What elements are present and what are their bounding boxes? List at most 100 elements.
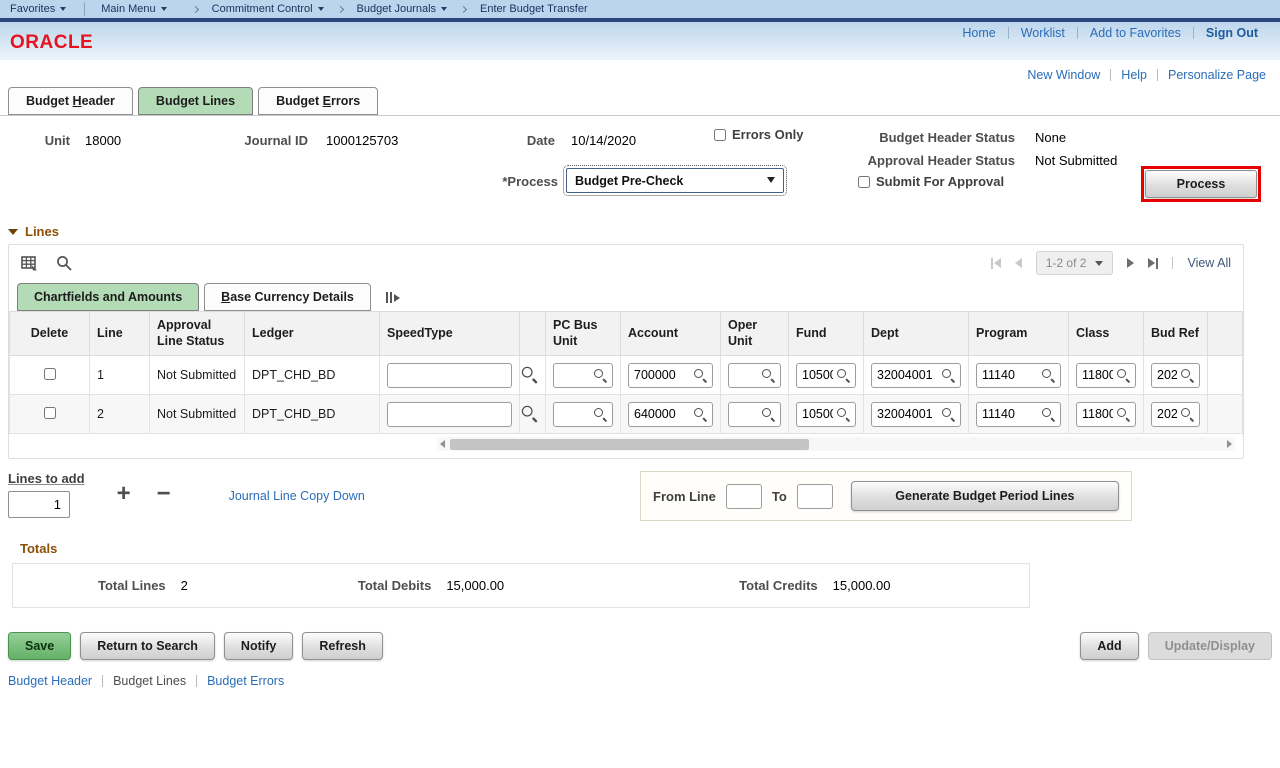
refresh-button[interactable]: Refresh [302, 632, 383, 660]
add-button[interactable]: Add [1080, 632, 1138, 660]
tab-budget-errors[interactable]: Budget Errors [258, 87, 378, 115]
journal-header-fields: Unit 18000 Journal ID 1000125703 Date 10… [0, 116, 1280, 224]
lookup-icon[interactable] [1116, 368, 1130, 382]
lookup-icon[interactable] [836, 407, 850, 421]
process-select-wrap: Budget Pre-Check [566, 168, 784, 193]
first-page-button[interactable] [991, 258, 1001, 269]
from-line-input[interactable] [726, 484, 762, 509]
lookup-icon[interactable] [761, 368, 775, 382]
journal-line-copy-down-link[interactable]: Journal Line Copy Down [229, 489, 365, 503]
lookup-icon[interactable] [1180, 368, 1194, 382]
program-input[interactable] [982, 407, 1038, 421]
footer-budget-errors-link[interactable]: Budget Errors [207, 674, 284, 688]
scrollbar-thumb[interactable] [450, 439, 809, 450]
speedtype-input[interactable] [387, 402, 512, 427]
program-input[interactable] [982, 368, 1038, 382]
lookup-icon[interactable] [1041, 407, 1055, 421]
app-header: ORACLE Home Worklist Add to Favorites Si… [0, 22, 1280, 60]
footer-budget-header-link[interactable]: Budget Header [8, 674, 92, 688]
lookup-icon[interactable] [1180, 407, 1194, 421]
bud-ref-input[interactable] [1157, 407, 1177, 421]
main-menu[interactable]: Main Menu [101, 3, 166, 15]
process-select[interactable]: Budget Pre-Check [566, 168, 784, 193]
bud-ref-input[interactable] [1157, 368, 1177, 382]
lines-to-add-input[interactable] [8, 491, 70, 518]
worklist-link[interactable]: Worklist [1021, 26, 1065, 40]
show-all-columns-icon[interactable] [386, 292, 400, 303]
errors-only-checkbox[interactable] [714, 129, 726, 141]
class-input[interactable] [1082, 368, 1113, 382]
remove-line-button[interactable]: − [157, 487, 171, 501]
horizontal-scrollbar[interactable] [437, 437, 1235, 451]
lookup-icon[interactable] [1116, 407, 1130, 421]
view-all-link[interactable]: View All [1187, 256, 1231, 270]
process-button[interactable]: Process [1145, 170, 1257, 198]
pc-bus-unit-input[interactable] [559, 368, 590, 382]
favorites-menu[interactable]: Favorites [10, 3, 66, 15]
submit-for-approval-checkbox[interactable] [858, 176, 870, 188]
home-link[interactable]: Home [962, 26, 995, 40]
tab-budget-lines[interactable]: Budget Lines [138, 87, 253, 115]
to-line-input[interactable] [797, 484, 833, 509]
account-input[interactable] [634, 407, 690, 421]
add-to-favorites-link[interactable]: Add to Favorites [1090, 26, 1181, 40]
delete-row-checkbox[interactable] [44, 407, 56, 419]
notify-button[interactable]: Notify [224, 632, 293, 660]
col-delete: Delete [10, 312, 90, 356]
breadcrumb-budget-journals[interactable]: Budget Journals [357, 3, 448, 15]
main-menu-label: Main Menu [101, 3, 155, 15]
lookup-icon[interactable] [593, 407, 607, 421]
fund-input[interactable] [802, 407, 833, 421]
journal-id-value: 1000125703 [326, 133, 398, 148]
lookup-icon[interactable] [693, 368, 707, 382]
scroll-left-icon[interactable] [440, 440, 445, 448]
lookup-icon[interactable] [693, 407, 707, 421]
submit-for-approval-label: Submit For Approval [876, 174, 1004, 189]
sign-out-link[interactable]: Sign Out [1206, 26, 1258, 40]
oper-unit-input[interactable] [734, 407, 758, 421]
chevron-right-icon [192, 5, 199, 12]
previous-page-button[interactable] [1015, 258, 1022, 268]
lookup-icon[interactable] [941, 368, 955, 382]
personalize-page-link[interactable]: Personalize Page [1168, 68, 1266, 82]
lookup-icon[interactable] [941, 407, 955, 421]
total-credits-label: Total Credits [739, 578, 818, 593]
submit-for-approval-field: Submit For Approval [858, 174, 1004, 189]
oper-unit-input[interactable] [734, 368, 758, 382]
favorites-label: Favorites [10, 3, 55, 15]
account-input[interactable] [634, 368, 690, 382]
lookup-icon[interactable] [761, 407, 775, 421]
last-page-button[interactable] [1148, 258, 1158, 269]
help-link[interactable]: Help [1121, 68, 1147, 82]
approval-line-status: Not Submitted [150, 395, 245, 434]
pc-bus-unit-input[interactable] [559, 407, 590, 421]
add-line-button[interactable]: + [117, 487, 131, 501]
personalize-grid-icon[interactable] [21, 256, 38, 271]
generate-budget-period-lines-button[interactable]: Generate Budget Period Lines [851, 481, 1119, 511]
new-window-link[interactable]: New Window [1027, 68, 1100, 82]
breadcrumb-commitment-control[interactable]: Commitment Control [212, 3, 324, 15]
lookup-icon[interactable] [1041, 368, 1055, 382]
tab-budget-header[interactable]: Budget Header [8, 87, 133, 115]
subtab-chartfields-amounts[interactable]: Chartfields and Amounts [17, 283, 199, 311]
page-range-select[interactable]: 1-2 of 2 [1036, 251, 1114, 275]
class-input[interactable] [1082, 407, 1113, 421]
next-page-button[interactable] [1127, 258, 1134, 268]
return-to-search-button[interactable]: Return to Search [80, 632, 215, 660]
speedtype-input[interactable] [387, 363, 512, 388]
dept-input[interactable] [877, 368, 938, 382]
lines-section-header[interactable]: Lines [0, 224, 1280, 239]
table-row: 1 Not Submitted DPT_CHD_BD [10, 356, 1243, 395]
fund-input[interactable] [802, 368, 833, 382]
dept-input[interactable] [877, 407, 938, 421]
save-button[interactable]: Save [8, 632, 71, 660]
subtab-base-currency-details[interactable]: Base Currency Details [204, 283, 371, 311]
scroll-right-icon[interactable] [1227, 440, 1232, 448]
find-icon[interactable] [56, 255, 72, 271]
lookup-icon[interactable] [593, 368, 607, 382]
lookup-icon[interactable] [836, 368, 850, 382]
delete-row-checkbox[interactable] [44, 368, 56, 380]
speedtype-lookup-icon[interactable] [521, 365, 538, 382]
lines-section-title: Lines [25, 224, 59, 239]
speedtype-lookup-icon[interactable] [521, 404, 538, 421]
